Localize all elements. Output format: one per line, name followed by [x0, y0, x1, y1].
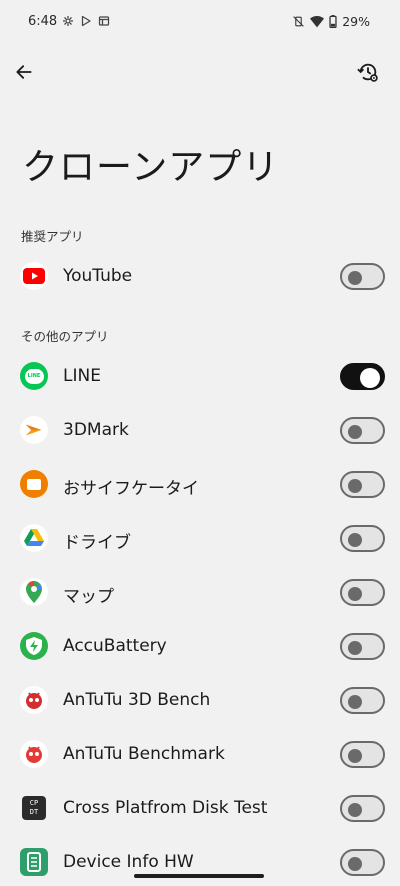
- history-settings-button[interactable]: [354, 58, 382, 86]
- app-label: 3DMark: [63, 420, 129, 440]
- app-label: AccuBattery: [63, 636, 167, 656]
- app-row-maps[interactable]: マップ: [0, 565, 400, 619]
- clone-toggle-line[interactable]: [340, 363, 385, 390]
- battery-percentage: 29%: [342, 14, 370, 29]
- section-header-other: その他のアプリ: [21, 329, 109, 344]
- cpdt-icon: CP DT: [22, 796, 46, 820]
- settings-notification-icon: [63, 16, 73, 26]
- clone-toggle-device-info[interactable]: [340, 849, 385, 876]
- app-row-line[interactable]: LINE LINE: [0, 349, 400, 403]
- youtube-icon: [20, 262, 48, 290]
- window-notification-icon: [98, 16, 110, 26]
- app-row-device-info[interactable]: Device Info HW: [0, 835, 400, 886]
- app-row-3dmark[interactable]: 3DMark: [0, 403, 400, 457]
- top-app-bar: [0, 50, 400, 94]
- back-button[interactable]: [10, 58, 38, 86]
- accubattery-icon: [20, 632, 48, 660]
- antutu-3d-icon: [20, 686, 48, 714]
- 3dmark-icon: [20, 416, 48, 444]
- app-row-cpdt[interactable]: CP DT Cross Platfrom Disk Test: [0, 781, 400, 835]
- app-label: AnTuTu Benchmark: [63, 744, 225, 764]
- status-bar: 6:48 29%: [0, 0, 400, 46]
- app-row-drive[interactable]: ドライブ: [0, 511, 400, 565]
- app-label: Cross Platfrom Disk Test: [63, 798, 268, 818]
- osaifu-keitai-icon: [20, 470, 48, 498]
- app-label: AnTuTu 3D Bench: [63, 690, 211, 710]
- clone-toggle-osaifu-keitai[interactable]: [340, 471, 385, 498]
- section-header-recommended: 推奨アプリ: [21, 229, 84, 244]
- app-row-osaifu-keitai[interactable]: おサイフケータイ: [0, 457, 400, 511]
- play-store-notification-icon: [81, 15, 91, 27]
- vibrate-off-icon: [293, 16, 304, 27]
- cpdt-icon-text-top: CP: [29, 799, 39, 807]
- drive-icon: [20, 524, 48, 552]
- app-label: おサイフケータイ: [63, 479, 199, 499]
- antutu-icon: [20, 740, 48, 768]
- status-time: 6:48: [28, 14, 58, 29]
- clone-toggle-cpdt[interactable]: [340, 795, 385, 822]
- line-icon-text: LINE: [27, 373, 41, 379]
- line-icon: LINE: [20, 362, 48, 390]
- clone-toggle-antutu-3d[interactable]: [340, 687, 385, 714]
- clone-toggle-accubattery[interactable]: [340, 633, 385, 660]
- app-row-accubattery[interactable]: AccuBattery: [0, 619, 400, 673]
- history-settings-icon: [357, 63, 378, 82]
- app-label: Device Info HW: [63, 852, 194, 872]
- back-arrow-icon: [16, 65, 32, 79]
- home-indicator[interactable]: [134, 874, 264, 878]
- app-label: LINE: [63, 366, 101, 386]
- clone-toggle-antutu[interactable]: [340, 741, 385, 768]
- clone-toggle-youtube[interactable]: [340, 263, 385, 290]
- clone-toggle-3dmark[interactable]: [340, 417, 385, 444]
- app-label: YouTube: [63, 266, 133, 286]
- battery-icon: [329, 15, 337, 28]
- maps-icon: [20, 578, 48, 606]
- app-row-antutu-3d[interactable]: AnTuTu 3D Bench: [0, 673, 400, 727]
- device-info-icon: [20, 848, 48, 876]
- page-title: クローンアプリ: [22, 147, 280, 188]
- app-label: マップ: [63, 587, 114, 607]
- app-row-youtube[interactable]: YouTube: [0, 249, 400, 303]
- wifi-icon: [310, 15, 325, 28]
- app-row-antutu[interactable]: AnTuTu Benchmark: [0, 727, 400, 781]
- cpdt-icon-text-bottom: DT: [29, 808, 39, 816]
- app-label: ドライブ: [63, 533, 131, 553]
- clone-toggle-maps[interactable]: [340, 579, 385, 606]
- clone-toggle-drive[interactable]: [340, 525, 385, 552]
